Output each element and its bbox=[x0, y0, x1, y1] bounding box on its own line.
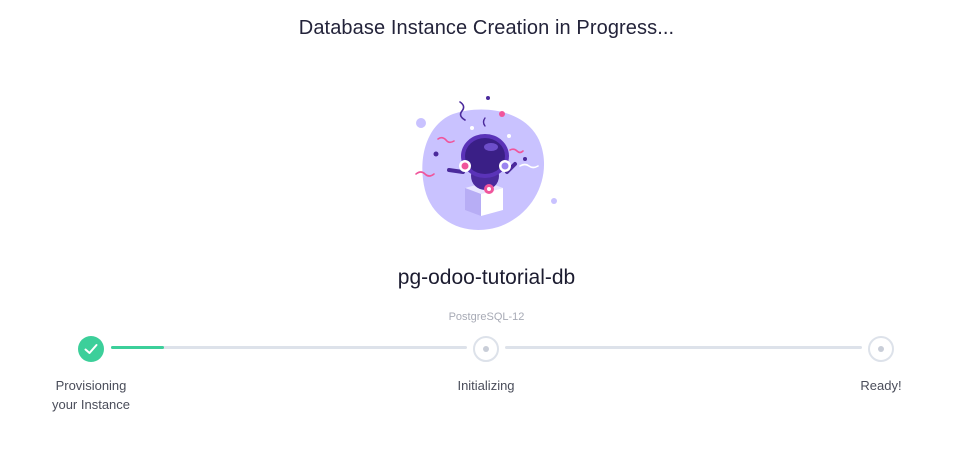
step-ready-label-line1: Ready! bbox=[860, 378, 902, 393]
step-provisioning-label-line2: your Instance bbox=[51, 397, 131, 412]
step-provisioning-label: Provisioning your Instance bbox=[40, 376, 142, 414]
page-title: Database Instance Creation in Progress..… bbox=[298, 17, 675, 39]
check-icon bbox=[84, 344, 98, 354]
progress-segment-2 bbox=[505, 346, 862, 349]
progress-segment-1-fill bbox=[111, 346, 165, 349]
dot-icon bbox=[483, 346, 489, 352]
instance-name: pg-odoo-tutorial-db bbox=[397, 266, 576, 289]
step-initializing-status bbox=[473, 336, 499, 362]
step-ready-status bbox=[868, 336, 894, 362]
step-initializing-label: Initializing bbox=[436, 376, 536, 395]
engine-version: PostgreSQL-12 bbox=[448, 311, 525, 323]
dot-icon bbox=[878, 346, 884, 352]
robot-in-gift-box-celebration-icon bbox=[405, 92, 565, 234]
progress-segment-1 bbox=[111, 346, 467, 349]
step-provisioning-label-line1: Provisioning bbox=[55, 378, 127, 393]
step-initializing-label-line1: Initializing bbox=[457, 378, 515, 393]
step-ready-label: Ready! bbox=[841, 376, 921, 395]
step-provisioning-status bbox=[78, 336, 104, 362]
